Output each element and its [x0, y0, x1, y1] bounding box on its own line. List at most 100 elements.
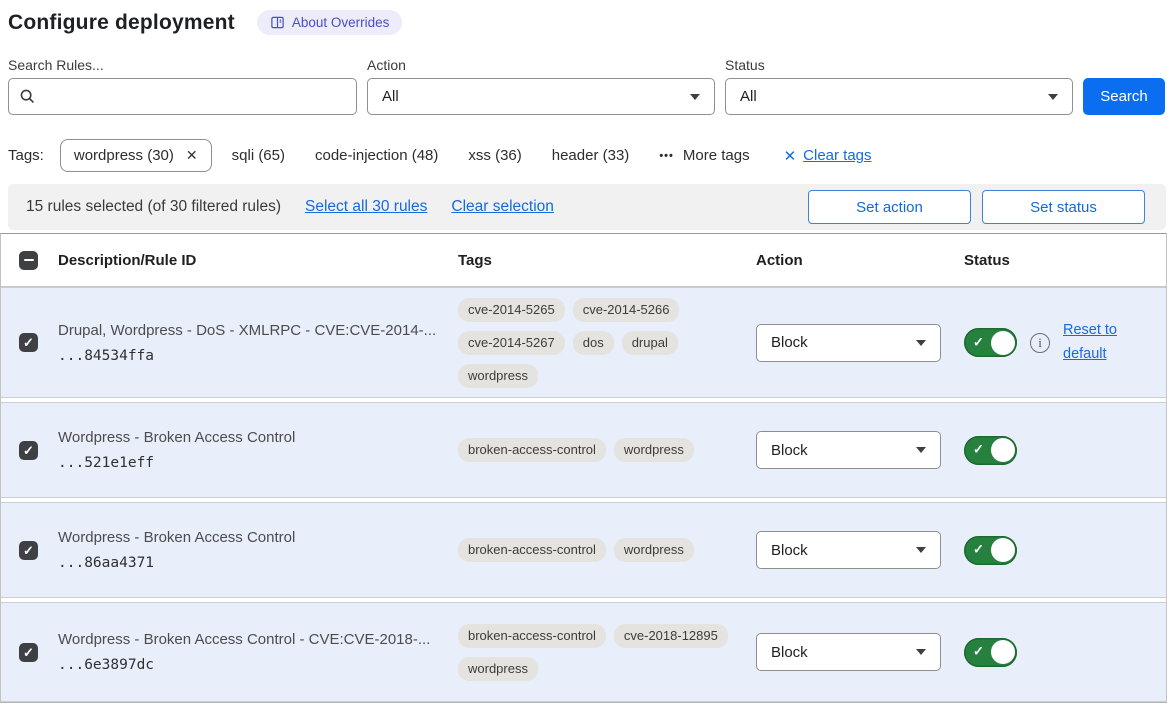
status-toggle[interactable]: ✓ [964, 436, 1017, 465]
search-icon [19, 88, 36, 105]
check-icon: ✓ [23, 444, 34, 457]
status-toggle[interactable]: ✓ [964, 328, 1017, 357]
action-value: Block [771, 442, 808, 459]
rule-status-cell: ✓ [956, 638, 1166, 667]
chevron-down-icon [916, 547, 926, 553]
rule-description-cell: Wordpress - Broken Access Control - CVE:… [58, 631, 458, 673]
action-value: Block [771, 334, 808, 351]
rule-action-cell: Block [756, 431, 956, 469]
more-tags-label: More tags [683, 147, 750, 164]
table-row: ✓ Wordpress - Broken Access Control ...8… [1, 502, 1166, 598]
close-icon[interactable]: ✕ [186, 147, 198, 164]
action-filter-group: Action All [367, 57, 715, 115]
rule-id: ...521e1eff [58, 455, 446, 471]
status-filter-group: Status All [725, 57, 1073, 115]
check-icon: ✓ [23, 336, 34, 349]
rule-description: Wordpress - Broken Access Control - CVE:… [58, 631, 446, 648]
action-filter-select[interactable]: All [367, 78, 715, 115]
rule-status-cell: ✓ i Reset to default [956, 319, 1166, 367]
row-checkbox[interactable]: ✓ [19, 643, 38, 662]
tag-pill: wordpress [614, 438, 694, 462]
column-action: Action [756, 252, 956, 269]
action-value: Block [771, 542, 808, 559]
search-rules-group: Search Rules... [8, 57, 357, 115]
clear-tags-label: Clear tags [803, 147, 871, 164]
info-icon[interactable]: i [1030, 333, 1050, 353]
row-checkbox-cell: ✓ [1, 333, 58, 352]
search-rules-input[interactable] [44, 88, 346, 105]
rule-description: Wordpress - Broken Access Control [58, 429, 446, 446]
action-select[interactable]: Block [756, 531, 941, 569]
page-title: Configure deployment [8, 11, 235, 35]
search-rules-label: Search Rules... [8, 57, 357, 73]
rule-id: ...84534ffa [58, 348, 446, 364]
about-overrides-badge[interactable]: About Overrides [257, 10, 403, 35]
check-icon: ✓ [973, 542, 984, 558]
selection-summary: 15 rules selected (of 30 filtered rules) [26, 198, 281, 216]
bulk-action-buttons: Set action Set status [808, 190, 1145, 224]
tags-bar: Tags: wordpress (30) ✕ sqli (65) code-in… [8, 139, 1167, 172]
row-checkbox-cell: ✓ [1, 643, 58, 662]
clear-tags-link[interactable]: ✕ Clear tags [784, 147, 872, 165]
more-tags-button[interactable]: ••• More tags [659, 147, 749, 164]
rule-tags-cell: broken-access-control wordpress [458, 538, 756, 562]
column-status: Status [956, 252, 1166, 269]
rule-description-cell: Drupal, Wordpress - DoS - XMLRPC - CVE:C… [58, 322, 458, 364]
select-all-link[interactable]: Select all 30 rules [305, 198, 427, 216]
tag-pill: cve-2014-5267 [458, 331, 565, 355]
rule-tags-cell: broken-access-control wordpress [458, 438, 756, 462]
rule-status-cell: ✓ [956, 436, 1166, 465]
about-overrides-label: About Overrides [292, 15, 390, 30]
set-action-button[interactable]: Set action [808, 190, 971, 224]
tag-xss[interactable]: xss (36) [468, 147, 521, 164]
close-icon: ✕ [784, 147, 797, 165]
status-toggle[interactable]: ✓ [964, 638, 1017, 667]
action-filter-label: Action [367, 57, 715, 73]
selected-tag-label: wordpress (30) [74, 147, 174, 164]
chevron-down-icon [690, 94, 700, 100]
rule-action-cell: Block [756, 633, 956, 671]
rule-description-cell: Wordpress - Broken Access Control ...521… [58, 429, 458, 471]
check-icon: ✓ [23, 544, 34, 557]
tag-pill: cve-2018-12895 [614, 624, 728, 648]
ellipsis-icon: ••• [659, 150, 674, 162]
selected-tag-wordpress[interactable]: wordpress (30) ✕ [60, 139, 212, 172]
tag-pill: broken-access-control [458, 438, 606, 462]
rule-action-cell: Block [756, 531, 956, 569]
row-checkbox-cell: ✓ [1, 541, 58, 560]
row-checkbox-cell: ✓ [1, 441, 58, 460]
search-rules-field[interactable] [8, 78, 357, 115]
tag-pill: cve-2014-5266 [573, 298, 680, 322]
status-toggle[interactable]: ✓ [964, 536, 1017, 565]
reset-to-default-link[interactable]: Reset to default [1063, 319, 1127, 367]
page-header: Configure deployment About Overrides [8, 10, 1167, 35]
tag-code-injection[interactable]: code-injection (48) [315, 147, 438, 164]
tags-label: Tags: [8, 147, 44, 164]
toggle-knob [991, 538, 1015, 562]
tag-pill: wordpress [458, 657, 538, 681]
toggle-knob [991, 438, 1015, 462]
row-checkbox[interactable]: ✓ [19, 333, 38, 352]
rule-action-cell: Block [756, 324, 956, 362]
table-row: ✓ Wordpress - Broken Access Control ...5… [1, 402, 1166, 498]
row-checkbox[interactable]: ✓ [19, 441, 38, 460]
tag-pill: broken-access-control [458, 538, 606, 562]
set-status-button[interactable]: Set status [982, 190, 1145, 224]
search-button[interactable]: Search [1083, 78, 1165, 115]
rule-description: Drupal, Wordpress - DoS - XMLRPC - CVE:C… [58, 322, 446, 339]
status-filter-select[interactable]: All [725, 78, 1073, 115]
action-select[interactable]: Block [756, 633, 941, 671]
table-row: ✓ Wordpress - Broken Access Control - CV… [1, 602, 1166, 702]
tag-header[interactable]: header (33) [552, 147, 630, 164]
row-checkbox[interactable]: ✓ [19, 541, 38, 560]
chevron-down-icon [916, 649, 926, 655]
action-select[interactable]: Block [756, 324, 941, 362]
chevron-down-icon [916, 447, 926, 453]
action-select[interactable]: Block [756, 431, 941, 469]
header-checkbox-cell [1, 251, 58, 270]
select-all-checkbox[interactable] [19, 251, 38, 270]
tag-pill: cve-2014-5265 [458, 298, 565, 322]
tag-sqli[interactable]: sqli (65) [232, 147, 285, 164]
rule-tags-cell: broken-access-control cve-2018-12895 wor… [458, 624, 756, 681]
clear-selection-link[interactable]: Clear selection [451, 198, 554, 216]
